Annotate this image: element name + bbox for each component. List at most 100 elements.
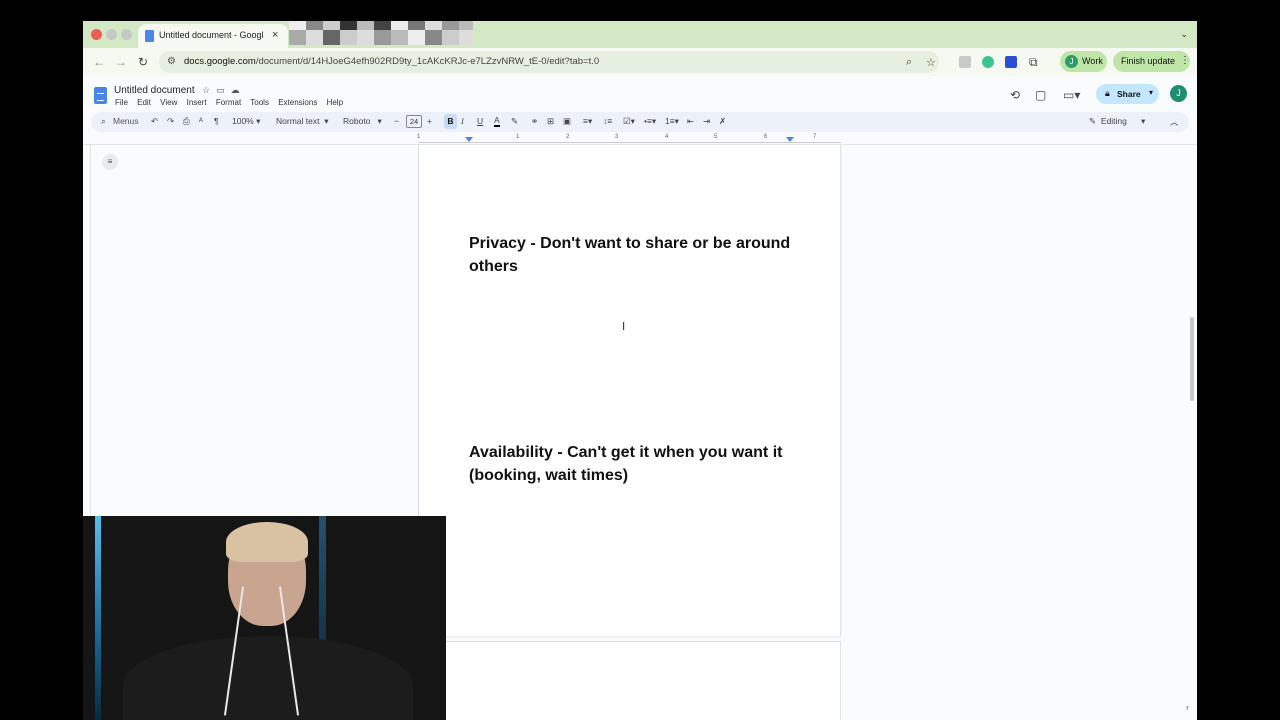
lock-icon: 🔒︎ xyxy=(1105,88,1110,98)
insert-link-icon[interactable]: ⚭ xyxy=(531,116,538,127)
account-avatar[interactable]: J xyxy=(1170,85,1187,102)
side-panel-toggle-icon[interactable]: ‹ xyxy=(1186,702,1189,712)
spellcheck-icon[interactable]: ᴬ xyxy=(199,116,203,126)
undo-icon[interactable]: ↶ xyxy=(151,116,158,127)
finish-update-button[interactable]: Finish update ⋮ xyxy=(1113,51,1190,72)
site-info-icon[interactable]: ⚙ xyxy=(167,56,176,67)
url-text: docs.google.com/document/d/14HJoeG4efh90… xyxy=(184,56,600,67)
add-comment-icon[interactable]: ⊞ xyxy=(547,116,554,127)
editing-mode-label: Editing xyxy=(1100,116,1127,126)
comments-icon[interactable]: ▢ xyxy=(1035,88,1046,102)
style-select[interactable]: Normal text ▾ xyxy=(276,116,328,127)
menu-file[interactable]: File xyxy=(115,98,128,107)
zoom-select[interactable]: 100% ▾ xyxy=(232,116,260,127)
document-page[interactable]: Privacy - Don't want to share or be arou… xyxy=(419,145,841,636)
bulleted-list-icon[interactable]: •≡▾ xyxy=(644,116,656,127)
extension-blue-icon[interactable] xyxy=(1005,56,1017,68)
finish-update-label: Finish update xyxy=(1121,56,1176,66)
menu-format[interactable]: Format xyxy=(216,98,241,107)
print-icon[interactable]: ⎙ xyxy=(183,116,190,127)
profile-avatar: J xyxy=(1065,55,1078,68)
browser-tab[interactable]: Untitled document - Google D × xyxy=(138,24,288,48)
right-indent-marker[interactable] xyxy=(786,137,794,142)
move-folder-icon[interactable]: ▭ xyxy=(216,85,225,95)
font-size-input[interactable]: 24 xyxy=(406,115,422,128)
menu-bar: File Edit View Insert Format Tools Exten… xyxy=(115,98,350,107)
underline-button[interactable]: U xyxy=(477,116,483,126)
cloud-saved-icon[interactable]: ☁ xyxy=(231,85,240,95)
share-label: Share xyxy=(1117,89,1141,99)
format-toolbar: ⌕ Menus ↶ ↷ ⎙ ᴬ ¶ 100% ▾ Normal text ▾ R… xyxy=(91,112,1189,132)
document-heading[interactable]: Privacy - Don't want to share or be arou… xyxy=(469,232,799,278)
share-dropdown-icon[interactable]: ▾ xyxy=(1149,88,1153,97)
increase-indent-icon[interactable]: ⇥ xyxy=(703,116,710,127)
ruler-label: 1 xyxy=(516,134,520,140)
ruler-label: 7 xyxy=(813,134,817,140)
ruler-label: 2 xyxy=(566,134,570,140)
paint-format-icon[interactable]: ¶ xyxy=(214,116,219,126)
address-bar[interactable]: ⚙ docs.google.com/document/d/14HJoeG4efh… xyxy=(159,51,939,73)
align-icon[interactable]: ≡▾ xyxy=(583,116,592,127)
numbered-list-icon[interactable]: 1≡▾ xyxy=(665,116,679,127)
line-spacing-icon[interactable]: ↕≡ xyxy=(603,116,612,126)
document-page-next[interactable] xyxy=(419,641,841,720)
extensions-puzzle-icon[interactable]: ⧉ xyxy=(1029,55,1038,70)
hide-menus-icon[interactable]: ︿ xyxy=(1170,116,1179,128)
share-button[interactable]: 🔒︎ Share ▾ xyxy=(1096,84,1159,104)
text-cursor-icon: Ⅰ xyxy=(622,321,626,333)
increase-font-size-icon[interactable]: + xyxy=(427,116,432,126)
menu-insert[interactable]: Insert xyxy=(187,98,207,107)
menu-extensions[interactable]: Extensions xyxy=(278,98,317,107)
bookmark-star-icon[interactable]: ☆ xyxy=(926,56,936,69)
tab-search-icon[interactable]: ⌄ xyxy=(1180,29,1188,40)
maximize-window-button[interactable] xyxy=(121,29,132,40)
search-menus-icon[interactable]: ⌕ xyxy=(101,116,106,127)
editing-mode-select[interactable]: ✎ Editing ▾ xyxy=(1089,116,1145,127)
ruler-label: 1 xyxy=(417,134,421,140)
more-options-icon[interactable]: ⋮ xyxy=(1180,55,1190,66)
text-color-button[interactable]: A xyxy=(494,116,500,127)
menu-edit[interactable]: Edit xyxy=(137,98,151,107)
back-button[interactable]: ← xyxy=(93,55,105,69)
star-icon[interactable]: ☆ xyxy=(202,85,210,95)
highlight-color-icon[interactable]: ✎ xyxy=(511,116,518,127)
clear-formatting-icon[interactable]: ✗ xyxy=(719,116,726,127)
document-title[interactable]: Untitled document xyxy=(114,85,195,96)
webcam-light-strip xyxy=(95,516,101,720)
bold-button[interactable]: B xyxy=(444,114,457,129)
profile-button[interactable]: J Work xyxy=(1060,51,1107,72)
reload-button[interactable]: ↻ xyxy=(138,55,148,69)
redo-icon[interactable]: ↷ xyxy=(167,116,174,127)
profile-label: Work xyxy=(1082,56,1103,66)
vertical-scrollbar[interactable] xyxy=(1190,317,1194,401)
webcam-person-hair xyxy=(226,522,308,562)
zoom-search-icon[interactable]: ⌕ xyxy=(906,56,912,69)
decrease-font-size-icon[interactable]: − xyxy=(394,116,399,126)
docs-logo-icon[interactable] xyxy=(94,87,107,104)
extension-code-icon[interactable] xyxy=(959,56,971,68)
ruler-label: 4 xyxy=(665,134,669,140)
close-window-button[interactable] xyxy=(91,29,102,40)
menu-tools[interactable]: Tools xyxy=(250,98,269,107)
docs-header: Untitled document ☆ ▭ ☁ File Edit View Ins… xyxy=(83,76,1197,112)
font-select[interactable]: Roboto ▾ xyxy=(343,116,382,127)
left-indent-marker[interactable] xyxy=(465,137,473,142)
search-menus-label[interactable]: Menus xyxy=(113,116,139,126)
insert-image-icon[interactable]: ▣ xyxy=(563,116,571,127)
tab-close-icon[interactable]: × xyxy=(272,29,278,41)
menu-help[interactable]: Help xyxy=(327,98,343,107)
zoom-value: 100% xyxy=(232,116,254,126)
checklist-icon[interactable]: ☑▾ xyxy=(623,116,635,127)
document-outline-icon[interactable]: ≡ xyxy=(102,154,118,170)
version-history-icon[interactable]: ⟲ xyxy=(1010,88,1020,102)
minimize-window-button[interactable] xyxy=(106,29,117,40)
italic-button[interactable]: I xyxy=(461,116,464,126)
forward-button[interactable]: → xyxy=(115,55,127,69)
extension-green-icon[interactable] xyxy=(982,56,994,68)
navigation-bar: ← → ↻ ⚙ docs.google.com/document/d/14HJo… xyxy=(83,48,1197,76)
decrease-indent-icon[interactable]: ⇤ xyxy=(687,116,694,127)
document-heading[interactable]: Availability - Can't get it when you wan… xyxy=(469,441,799,487)
menu-view[interactable]: View xyxy=(160,98,177,107)
meet-video-icon[interactable]: ▭▾ xyxy=(1063,88,1080,102)
style-value: Normal text xyxy=(276,116,320,126)
